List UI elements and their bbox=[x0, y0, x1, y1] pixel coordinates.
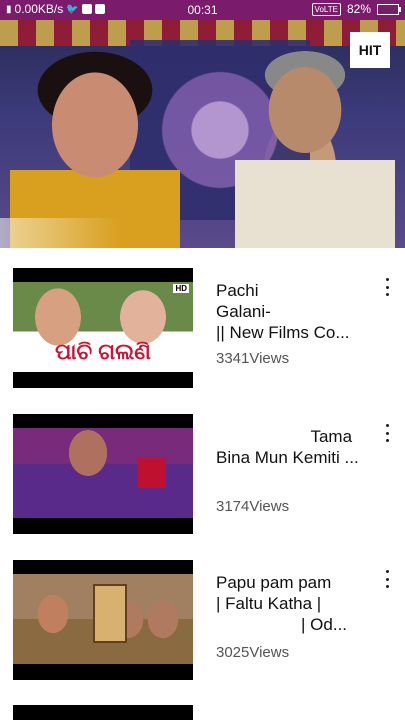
thumbnail-image bbox=[13, 428, 193, 518]
battery-icon bbox=[377, 3, 401, 15]
status-right: VoLTE 82% bbox=[311, 2, 401, 16]
video-views: 3025Views bbox=[216, 644, 290, 661]
actor-man bbox=[235, 50, 395, 248]
video-thumbnail[interactable] bbox=[13, 414, 193, 534]
list-item[interactable]: Papu pam pam | Faltu Katha | | Od... 302… bbox=[0, 540, 405, 680]
list-item[interactable]: HD ପାଚି ଗଲଣି Pachi Galani- || New Films … bbox=[0, 248, 405, 388]
hit-badge: HIT bbox=[350, 32, 390, 68]
thumbnail-image: HD ପାଚି ଗଲଣି bbox=[13, 282, 193, 372]
video-title[interactable]: Tama Bina Mun Kemiti ... bbox=[216, 426, 366, 468]
video-overlay bbox=[0, 218, 120, 248]
thumbnail-prop bbox=[138, 458, 166, 488]
video-views: 3174Views bbox=[216, 498, 290, 515]
thumbnail-title-text: ପାଚି ଗଲଣି bbox=[55, 339, 151, 364]
more-options-icon[interactable] bbox=[382, 278, 392, 296]
list-item[interactable]: Tama Bina Mun Kemiti ... 3174Views bbox=[0, 394, 405, 534]
thumbnail-image bbox=[13, 574, 193, 664]
video-title[interactable]: Papu pam pam | Faltu Katha | | Od... bbox=[216, 572, 366, 635]
video-thumbnail[interactable] bbox=[13, 705, 193, 720]
video-thumbnail[interactable] bbox=[13, 560, 193, 680]
featured-video-player[interactable]: HIT bbox=[0, 20, 405, 248]
video-title[interactable]: Pachi Galani- || New Films Co... bbox=[216, 280, 366, 343]
more-options-icon[interactable] bbox=[382, 424, 392, 442]
battery-percent: 82% bbox=[346, 2, 371, 16]
video-views: 3341Views bbox=[216, 350, 290, 367]
hd-badge: HD bbox=[173, 284, 189, 293]
more-options-icon[interactable] bbox=[382, 570, 392, 588]
status-bar: ▮ 0.00KB/s 🐦 00:31 VoLTE 82% bbox=[0, 0, 405, 20]
thumbnail-shrine bbox=[93, 584, 127, 643]
volte-icon: VoLTE bbox=[311, 2, 341, 16]
video-thumbnail[interactable]: HD ପାଚି ଗଲଣି bbox=[13, 268, 193, 388]
